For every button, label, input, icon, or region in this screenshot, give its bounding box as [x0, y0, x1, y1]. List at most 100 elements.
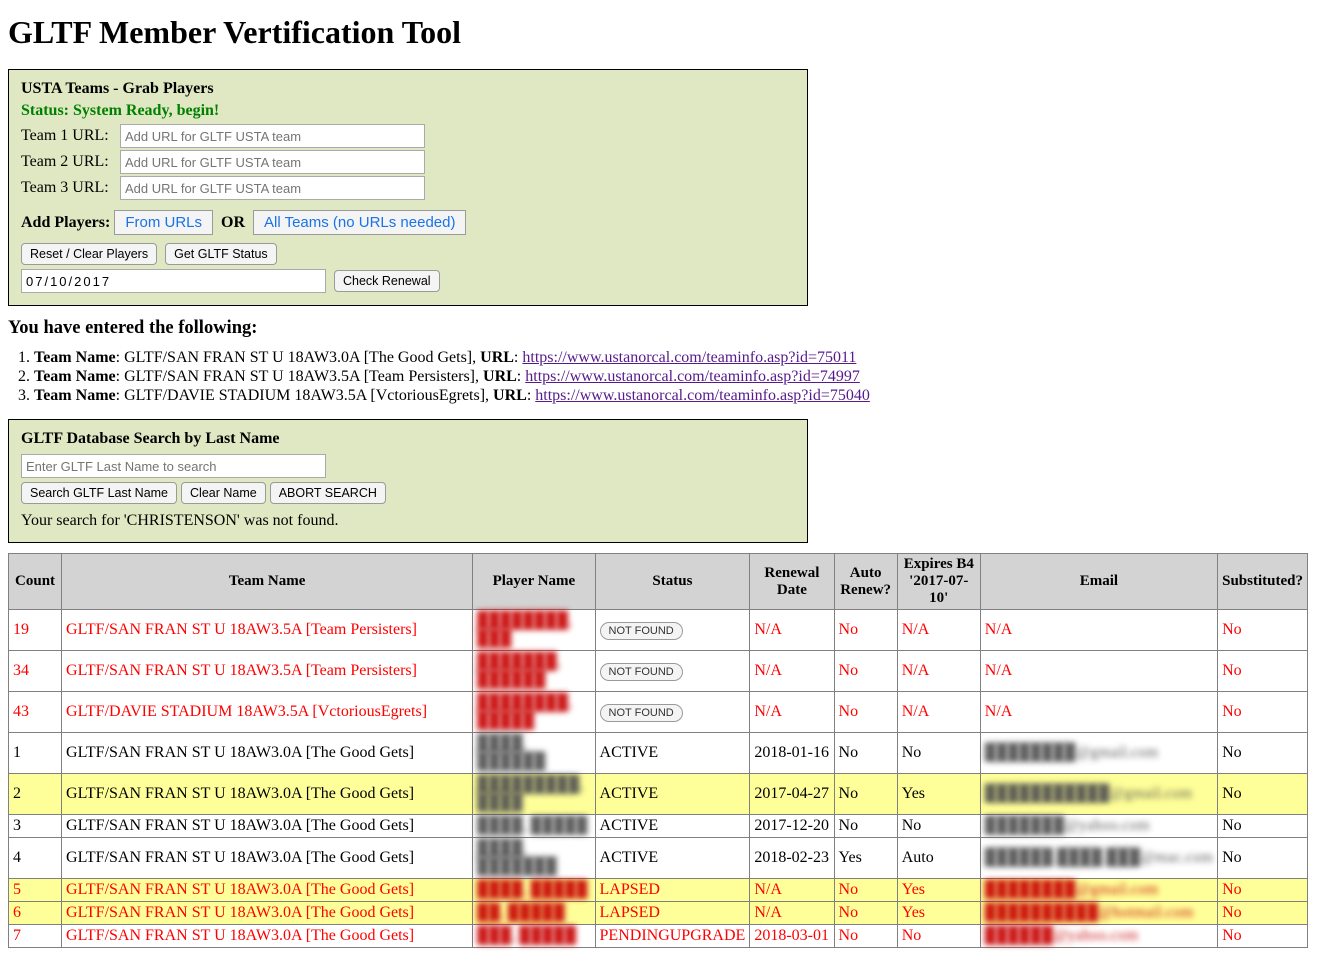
cell-sub: No: [1218, 692, 1308, 733]
cell-expires: Auto: [897, 838, 980, 879]
cell-expires: Yes: [897, 902, 980, 925]
status-line: Status: System Ready, begin!: [21, 102, 795, 120]
not-found-button[interactable]: NOT FOUND: [600, 663, 683, 681]
team-url-link[interactable]: https://www.ustanorcal.com/teaminfo.asp?…: [522, 349, 856, 366]
team3-url-input[interactable]: [120, 176, 425, 200]
th-count: Count: [9, 554, 62, 610]
check-renewal-button[interactable]: Check Renewal: [334, 270, 440, 292]
table-row: 19GLTF/SAN FRAN ST U 18AW3.5A [Team Pers…: [9, 610, 1308, 651]
cell-auto: Yes: [834, 838, 897, 879]
cell-auto: No: [834, 925, 897, 948]
th-status: Status: [595, 554, 750, 610]
cell-status: LAPSED: [600, 881, 660, 898]
or-text: OR: [221, 214, 245, 231]
abort-search-button[interactable]: ABORT SEARCH: [270, 482, 386, 504]
cell-player: ██, █████: [473, 902, 595, 925]
cell-count: 4: [9, 838, 62, 879]
th-player: Player Name: [473, 554, 595, 610]
cell-count: 7: [9, 925, 62, 948]
cell-count: 6: [9, 902, 62, 925]
cell-team: GLTF/SAN FRAN ST U 18AW3.0A [The Good Ge…: [62, 815, 473, 838]
cell-renewal: 2018-02-23: [750, 838, 834, 879]
cell-expires: N/A: [897, 610, 980, 651]
table-row: 43GLTF/DAVIE STADIUM 18AW3.5A [Vctorious…: [9, 692, 1308, 733]
cell-team: GLTF/SAN FRAN ST U 18AW3.5A [Team Persis…: [62, 610, 473, 651]
cell-auto: No: [834, 733, 897, 774]
reset-clear-button[interactable]: Reset / Clear Players: [21, 243, 157, 265]
cell-team: GLTF/SAN FRAN ST U 18AW3.0A [The Good Ge…: [62, 774, 473, 815]
get-gltf-status-button[interactable]: Get GLTF Status: [165, 243, 277, 265]
cell-team: GLTF/SAN FRAN ST U 18AW3.5A [Team Persis…: [62, 651, 473, 692]
cell-team: GLTF/SAN FRAN ST U 18AW3.0A [The Good Ge…: [62, 902, 473, 925]
cell-player: ████, ██████: [473, 733, 595, 774]
team2-url-input[interactable]: [120, 150, 425, 174]
team-url-label: URL: [483, 368, 517, 385]
table-row: 7GLTF/SAN FRAN ST U 18AW3.0A [The Good G…: [9, 925, 1308, 948]
clear-name-button[interactable]: Clear Name: [181, 482, 266, 504]
all-teams-button[interactable]: All Teams (no URLs needed): [253, 210, 466, 235]
not-found-button[interactable]: NOT FOUND: [600, 704, 683, 722]
cell-auto: No: [834, 879, 897, 902]
cell-sub: No: [1218, 879, 1308, 902]
cell-renewal: 2017-12-20: [750, 815, 834, 838]
cell-renewal: N/A: [750, 610, 834, 651]
cell-email: N/A: [985, 662, 1013, 679]
cell-renewal: N/A: [750, 879, 834, 902]
cell-renewal: N/A: [750, 902, 834, 925]
team1-label: Team 1 URL:: [21, 127, 116, 145]
cell-player: █████████, ████: [473, 774, 595, 815]
cell-player: ████, █████: [473, 879, 595, 902]
th-email: Email: [980, 554, 1217, 610]
cell-email: ███████████@gmail.com: [985, 785, 1192, 802]
add-players-label: Add Players:: [21, 214, 110, 231]
team-name-label: Team Name: [34, 387, 116, 404]
cell-team: GLTF/SAN FRAN ST U 18AW3.0A [The Good Ge…: [62, 879, 473, 902]
team-url-link[interactable]: https://www.ustanorcal.com/teaminfo.asp?…: [535, 387, 870, 404]
cell-team: GLTF/SAN FRAN ST U 18AW3.0A [The Good Ge…: [62, 925, 473, 948]
team-url-link[interactable]: https://www.ustanorcal.com/teaminfo.asp?…: [525, 368, 860, 385]
team1-url-input[interactable]: [120, 124, 425, 148]
cell-expires: No: [897, 925, 980, 948]
cell-team: GLTF/DAVIE STADIUM 18AW3.5A [VctoriousEg…: [62, 692, 473, 733]
not-found-button[interactable]: NOT FOUND: [600, 622, 683, 640]
entered-team-item: Team Name: GLTF/SAN FRAN ST U 18AW3.0A […: [34, 349, 1331, 367]
cell-renewal: N/A: [750, 692, 834, 733]
cell-player: ███████, ██████: [473, 651, 595, 692]
cell-expires: No: [897, 733, 980, 774]
entered-heading: You have entered the following:: [8, 318, 1331, 339]
cell-auto: No: [834, 774, 897, 815]
th-team: Team Name: [62, 554, 473, 610]
cell-renewal: 2018-01-16: [750, 733, 834, 774]
renewal-date-input[interactable]: [21, 269, 326, 293]
cell-email: ███████@yahoo.com: [985, 817, 1150, 834]
search-lastname-button[interactable]: Search GLTF Last Name: [21, 482, 177, 504]
cell-sub: No: [1218, 902, 1308, 925]
cell-count: 2: [9, 774, 62, 815]
cell-count: 19: [9, 610, 62, 651]
team3-label: Team 3 URL:: [21, 179, 116, 197]
cell-auto: No: [834, 902, 897, 925]
cell-count: 34: [9, 651, 62, 692]
lastname-search-input[interactable]: [21, 454, 326, 478]
cell-count: 5: [9, 879, 62, 902]
cell-renewal: 2017-04-27: [750, 774, 834, 815]
from-urls-button[interactable]: From URLs: [114, 210, 213, 235]
th-sub: Substituted?: [1218, 554, 1308, 610]
team2-label: Team 2 URL:: [21, 153, 116, 171]
cell-sub: No: [1218, 925, 1308, 948]
cell-status: ACTIVE: [600, 849, 659, 866]
cell-expires: No: [897, 815, 980, 838]
table-row: 1GLTF/SAN FRAN ST U 18AW3.0A [The Good G…: [9, 733, 1308, 774]
cell-sub: No: [1218, 651, 1308, 692]
cell-auto: No: [834, 651, 897, 692]
entered-team-item: Team Name: GLTF/SAN FRAN ST U 18AW3.5A […: [34, 368, 1331, 386]
cell-player: ████████, █████: [473, 692, 595, 733]
cell-team: GLTF/SAN FRAN ST U 18AW3.0A [The Good Ge…: [62, 838, 473, 879]
cell-status: PENDINGUPGRADE: [600, 927, 746, 944]
grab-players-panel: USTA Teams - Grab Players Status: System…: [8, 69, 808, 306]
cell-count: 3: [9, 815, 62, 838]
cell-expires: Yes: [897, 774, 980, 815]
cell-auto: No: [834, 610, 897, 651]
team-name-label: Team Name: [34, 368, 116, 385]
table-row: 34GLTF/SAN FRAN ST U 18AW3.5A [Team Pers…: [9, 651, 1308, 692]
